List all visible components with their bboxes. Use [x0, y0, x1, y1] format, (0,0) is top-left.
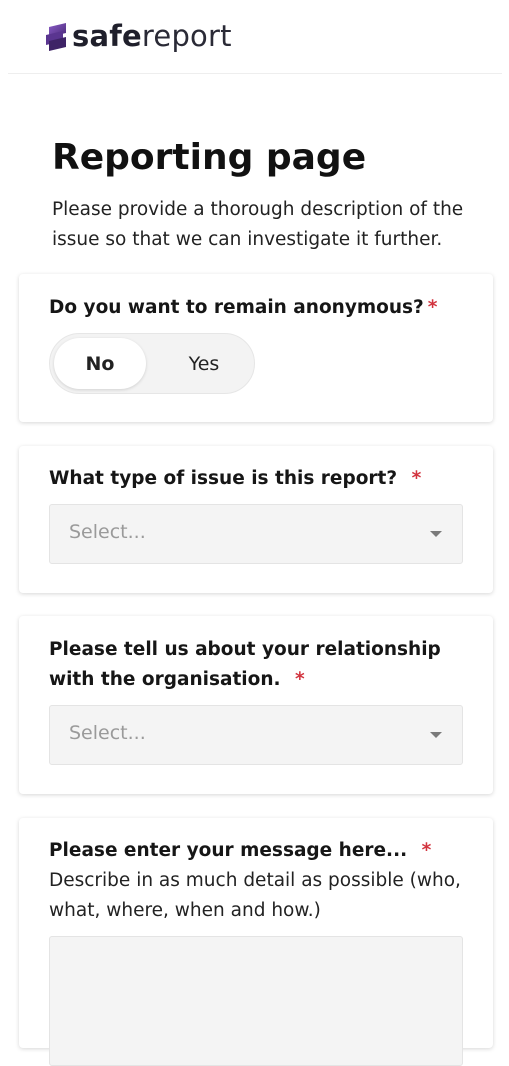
- required-mark: *: [295, 669, 305, 690]
- brand-logo[interactable]: safereport: [46, 18, 232, 54]
- message-question: Please enter your message here... *: [49, 836, 474, 866]
- issue-type-placeholder: Select...: [69, 521, 146, 543]
- message-hint: Describe in as much detail as possible (…: [49, 870, 461, 921]
- issue-type-label: What type of issue is this report?: [49, 468, 398, 489]
- issue-type-question: What type of issue is this report? *: [49, 464, 474, 494]
- relationship-question: Please tell us about your relationship w…: [49, 635, 474, 695]
- required-mark: *: [421, 840, 432, 861]
- anonymous-label: Do you want to remain anonymous?: [49, 297, 424, 318]
- brand-name-bold: safe: [72, 19, 142, 53]
- required-mark: *: [411, 468, 422, 489]
- message-label: Please enter your message here...: [49, 840, 408, 861]
- message-textarea[interactable]: [49, 936, 463, 1066]
- relationship-select[interactable]: Select...: [49, 705, 463, 765]
- chevron-down-icon: [430, 732, 442, 738]
- brand-name-light: report: [141, 19, 232, 53]
- issue-type-card: What type of issue is this report? * Sel…: [19, 446, 493, 593]
- stacked-s-logo-icon: [46, 23, 66, 51]
- anonymous-card: Do you want to remain anonymous? * No Yes: [19, 274, 493, 422]
- relationship-placeholder: Select...: [69, 722, 146, 744]
- brand-wordmark: safereport: [72, 18, 232, 54]
- page-description: Please provide a thorough description of…: [52, 199, 464, 250]
- anonymous-question: Do you want to remain anonymous? *: [49, 293, 474, 323]
- site-header: safereport: [8, 0, 502, 74]
- toggle-option-yes[interactable]: Yes: [158, 338, 250, 389]
- page-title: Reporting page: [52, 137, 367, 178]
- issue-type-select[interactable]: Select...: [49, 504, 463, 564]
- required-mark: *: [427, 297, 438, 318]
- toggle-option-no[interactable]: No: [54, 338, 146, 389]
- message-card: Please enter your message here... * Desc…: [19, 818, 493, 1066]
- relationship-card: Please tell us about your relationship w…: [19, 616, 493, 794]
- relationship-label: Please tell us about your relationship w…: [49, 639, 441, 690]
- anonymous-toggle: No Yes: [49, 333, 255, 394]
- chevron-down-icon: [430, 531, 442, 537]
